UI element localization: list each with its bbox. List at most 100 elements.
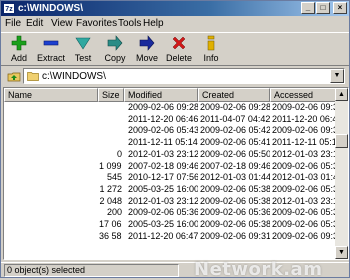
file-created: 2007-02-18 09:46 bbox=[200, 160, 270, 171]
check-icon bbox=[75, 37, 91, 50]
file-row[interactable]: comsetup.log36 5862011-12-20 06:472009-0… bbox=[4, 231, 336, 243]
file-modified: 2012-01-03 23:12 bbox=[128, 148, 198, 159]
extract-button[interactable]: Extract bbox=[35, 34, 67, 66]
menu-favorites[interactable]: Favorites bbox=[76, 17, 117, 30]
scroll-down-icon[interactable]: ▼ bbox=[335, 246, 348, 259]
column-name[interactable]: Name bbox=[4, 88, 98, 102]
folder-up-icon[interactable] bbox=[7, 70, 21, 82]
file-list[interactable]: Name Size Modified Created Accessed twai… bbox=[3, 87, 349, 260]
test-label: Test bbox=[74, 53, 92, 63]
file-modified: 2009-02-06 05:43 bbox=[128, 125, 198, 136]
copy-label: Copy bbox=[104, 53, 126, 63]
file-accessed: 2009-02-06 09:31 bbox=[272, 125, 336, 136]
file-created: 2012-01-03 01:44 bbox=[200, 172, 270, 183]
file-row[interactable]: Blue Lace 16....1 2722005-03-25 16:00200… bbox=[4, 184, 336, 196]
app-window: 7z c:\WINDOWS\ _ □ × File Edit View Favo… bbox=[0, 0, 350, 280]
vertical-scrollbar[interactable]: ▲ ▼ bbox=[335, 88, 348, 259]
folder-icon bbox=[27, 72, 39, 81]
menu-view[interactable]: View bbox=[51, 17, 73, 30]
file-row[interactable]: AR3.PIF5452010-12-17 07:562012-01-03 01:… bbox=[4, 172, 336, 184]
move-label: Move bbox=[135, 53, 158, 63]
copy-button[interactable]: Copy bbox=[99, 34, 131, 66]
file-row[interactable]: twain_322009-02-06 09:282009-02-06 09:28… bbox=[4, 102, 336, 114]
file-modified: 2011-12-20 06:46 bbox=[128, 113, 198, 124]
info-button[interactable]: Info bbox=[195, 34, 227, 66]
file-size: 2 048 bbox=[99, 195, 122, 206]
move-button[interactable]: Move bbox=[131, 34, 163, 66]
delete-x-icon bbox=[172, 36, 186, 50]
file-row[interactable]: adfs.msp1 099 2642007-02-18 09:462007-02… bbox=[4, 161, 336, 173]
file-row[interactable]: cmsetacl.log2002009-02-06 05:362009-02-0… bbox=[4, 207, 336, 219]
add-label: Add bbox=[10, 53, 27, 63]
info-label: Info bbox=[203, 53, 219, 63]
file-modified: 2005-03-25 16:00 bbox=[128, 183, 198, 194]
list-header: Name Size Modified Created Accessed bbox=[4, 88, 336, 102]
address-combo[interactable]: c:\WINDOWS\ ▼ bbox=[23, 68, 345, 84]
file-created: 2011-04-07 04:42 bbox=[200, 113, 270, 124]
file-row[interactable]: Coffee Bean....17 0622005-03-25 16:00200… bbox=[4, 219, 336, 231]
file-accessed: 2011-12-20 06:46 bbox=[272, 113, 336, 124]
column-modified[interactable]: Modified bbox=[124, 88, 198, 102]
menu-tools[interactable]: Tools bbox=[118, 17, 141, 30]
minus-icon bbox=[43, 40, 59, 46]
file-row[interactable]: Web2009-02-06 05:432009-02-06 05:422009-… bbox=[4, 125, 336, 137]
file-modified: 2012-01-03 23:12 bbox=[128, 195, 198, 206]
menu-file[interactable]: File bbox=[5, 17, 21, 30]
file-created: 2009-02-06 05:38 bbox=[200, 183, 270, 194]
file-row[interactable]: WinSxS2011-12-11 05:142009-02-06 05:4120… bbox=[4, 137, 336, 149]
test-button[interactable]: Test bbox=[67, 34, 99, 66]
file-created: 2009-02-06 05:36 bbox=[200, 207, 270, 218]
file-accessed: 2009-02-06 05:38 bbox=[272, 160, 336, 171]
file-created: 2009-02-06 05:50 bbox=[200, 148, 270, 159]
status-text: 0 object(s) selected bbox=[4, 264, 179, 277]
file-modified: 2007-02-18 09:46 bbox=[128, 160, 198, 171]
file-size: 17 062 bbox=[99, 219, 122, 229]
minimize-button[interactable]: _ bbox=[301, 2, 315, 14]
file-accessed: 2009-02-06 05:38 bbox=[272, 219, 336, 229]
plus-icon bbox=[11, 35, 27, 51]
copy-arrow-icon bbox=[107, 35, 123, 51]
file-accessed: 2009-02-06 09:31 bbox=[272, 102, 336, 112]
scroll-thumb[interactable] bbox=[335, 134, 348, 148]
maximize-button[interactable]: □ bbox=[316, 2, 330, 14]
address-value: c:\WINDOWS\ bbox=[42, 71, 106, 82]
menu-edit[interactable]: Edit bbox=[26, 17, 43, 30]
file-accessed: 2009-02-06 05:36 bbox=[272, 207, 336, 218]
file-modified: 2011-12-20 06:47 bbox=[128, 230, 198, 241]
file-size: 36 586 bbox=[99, 230, 122, 241]
delete-label: Delete bbox=[165, 53, 192, 63]
file-created: 2009-02-06 09:28 bbox=[200, 102, 270, 112]
column-created[interactable]: Created bbox=[198, 88, 270, 102]
file-size: 1 099 264 bbox=[99, 160, 122, 171]
file-modified: 2010-12-17 07:56 bbox=[128, 172, 198, 183]
title-bar: 7z c:\WINDOWS\ _ □ × bbox=[1, 1, 349, 16]
column-size[interactable]: Size bbox=[98, 88, 124, 102]
delete-button[interactable]: Delete bbox=[163, 34, 195, 66]
file-size: 545 bbox=[106, 172, 122, 183]
file-created: 2009-02-06 09:31 bbox=[200, 230, 270, 241]
info-icon bbox=[207, 35, 215, 51]
file-accessed: 2012-01-03 01:44 bbox=[272, 172, 336, 183]
menu-help[interactable]: Help bbox=[143, 17, 164, 30]
file-size: 1 272 bbox=[99, 183, 122, 194]
file-row[interactable]: 0.log02012-01-03 23:122009-02-06 05:5020… bbox=[4, 149, 336, 161]
file-row[interactable]: WBEM2011-12-20 06:462011-04-07 04:422011… bbox=[4, 114, 336, 126]
file-accessed: 2012-01-03 23:12 bbox=[272, 148, 336, 159]
file-modified: 2009-02-06 09:28 bbox=[128, 102, 198, 112]
file-row[interactable]: bootstat.dat2 0482012-01-03 23:122009-02… bbox=[4, 196, 336, 208]
window-title: c:\WINDOWS\ bbox=[18, 3, 83, 14]
watermark: Network.am bbox=[194, 259, 323, 280]
file-size: 0 bbox=[116, 148, 122, 159]
file-created: 2009-02-06 05:42 bbox=[200, 125, 270, 136]
extract-label: Extract bbox=[36, 53, 65, 63]
file-created: 2009-02-06 05:38 bbox=[200, 219, 270, 229]
file-modified: 2005-03-25 16:00 bbox=[128, 219, 198, 229]
chevron-down-icon[interactable]: ▼ bbox=[330, 69, 344, 83]
close-button[interactable]: × bbox=[333, 2, 347, 14]
add-button[interactable]: Add bbox=[3, 34, 35, 66]
file-created: 2009-02-06 05:41 bbox=[200, 137, 270, 148]
column-accessed[interactable]: Accessed bbox=[270, 88, 336, 102]
scroll-up-icon[interactable]: ▲ bbox=[335, 88, 348, 101]
menu-bar: File Edit View Favorites Tools Help bbox=[1, 16, 349, 31]
file-created: 2009-02-06 05:38 bbox=[200, 195, 270, 206]
